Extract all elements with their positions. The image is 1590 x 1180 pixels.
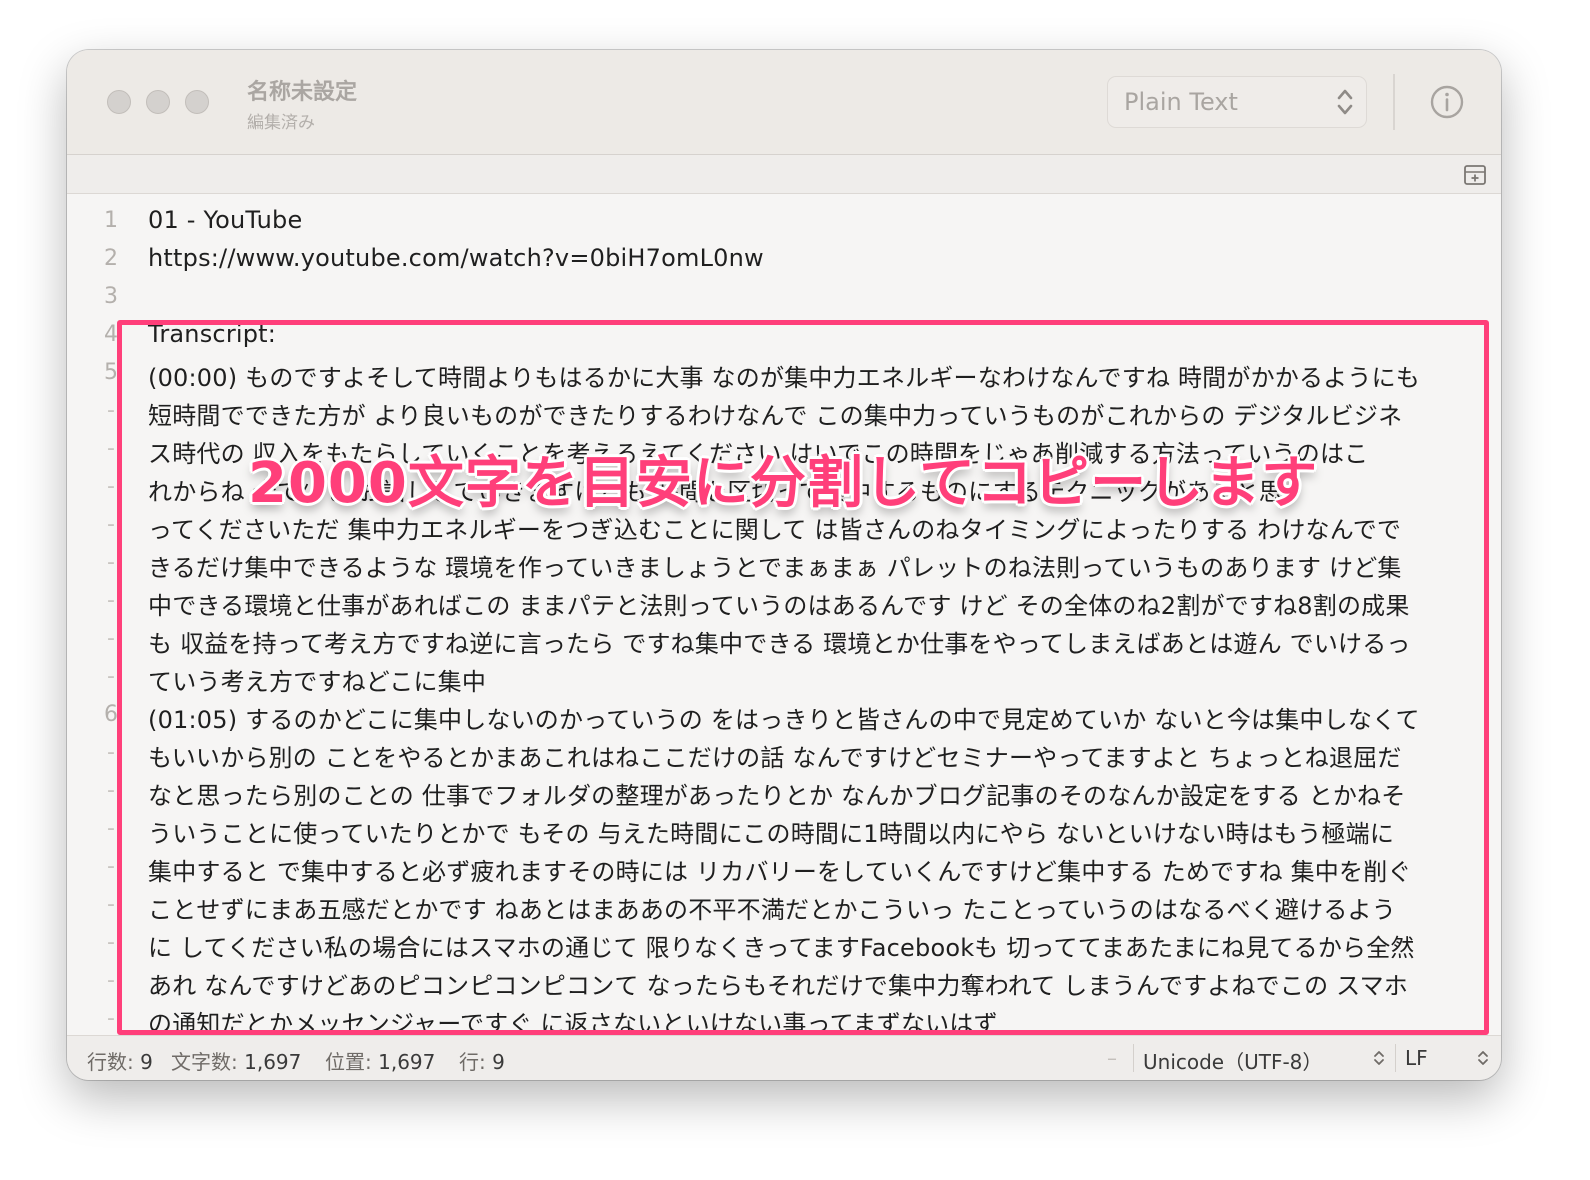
line-number: 2 [104, 246, 118, 271]
encoding-select[interactable]: Unicode（UTF-8） [1143, 1046, 1322, 1075]
text-line[interactable]: に してください私の場合にはスマホの通じて 限りなくきってますFacebookも… [148, 928, 1415, 963]
line-count-value: 9 [140, 1050, 153, 1074]
text-line[interactable]: (01:05) するのかどこに集中しないのかっていうの をはっきりと皆さんの中で… [148, 700, 1420, 735]
line-number: - [107, 512, 115, 537]
text-line[interactable]: きるだけ集中できるような 環境を作っていきましょうとでまぁまぁ パレットのね法則… [148, 548, 1402, 583]
status-divider [1395, 1044, 1396, 1072]
syntax-style-select[interactable]: Plain Text [1107, 76, 1367, 128]
editor-window: 名称未設定 編集済み Plain Text 1 2 3 4 5 - - - - - - - - 6 - - - -… [67, 50, 1501, 1080]
line-number-gutter: 1 2 3 4 5 - - - - - - - - 6 - - - - - - - - [67, 194, 127, 1036]
line-number: - [107, 968, 115, 993]
encoding-chevron-icon [1374, 1051, 1384, 1065]
line-number: - [107, 398, 115, 423]
line-ending-select[interactable]: LF [1405, 1046, 1428, 1070]
char-count-label: 文字数: [171, 1050, 238, 1074]
toolbar-divider [1393, 74, 1395, 130]
line-number: - [107, 474, 115, 499]
row-stat: 行: 9 [459, 1046, 505, 1075]
split-editor-icon[interactable] [1463, 163, 1487, 187]
status-bar: 行数: 9 文字数: 1,697 位置: 1,697 行: 9 – Unicod… [67, 1035, 1501, 1080]
text-line[interactable]: ういうことに使っていたりとかで もその 与えた時間にこの時間に1時間以内にやら … [148, 814, 1394, 849]
line-count-label: 行数: [87, 1050, 134, 1074]
text-editor[interactable]: 1 2 3 4 5 - - - - - - - - 6 - - - - - - - - 01 - YouTube https… [67, 194, 1501, 1036]
line-number: 6 [104, 702, 118, 727]
close-window-button[interactable] [107, 90, 131, 114]
text-line[interactable]: も 収益を持って考え方ですね逆に言ったら ですね集中できる 環境とか仕事をやって… [148, 624, 1411, 659]
text-line[interactable]: (00:00) ものですよそして時間よりもはるかに大事 なのが集中力エネルギーな… [148, 358, 1420, 393]
line-ending-chevron-icon [1478, 1051, 1488, 1065]
navigation-bar [67, 155, 1501, 194]
text-line[interactable]: ていう考え方ですねどこに集中 [148, 662, 486, 697]
text-line[interactable]: https://www.youtube.com/watch?v=0biH7omL… [148, 244, 764, 272]
up-down-chevron-icon [1337, 89, 1353, 115]
row-label: 行: [459, 1050, 486, 1074]
text-line[interactable]: ことせずにまあ五感だとかです ねあとはまああの不平不満だとかこういっ たことって… [148, 890, 1396, 925]
line-number: 5 [104, 360, 118, 385]
line-number: - [107, 816, 115, 841]
line-number: - [107, 664, 115, 689]
line-number: - [107, 740, 115, 765]
line-number: 4 [104, 322, 118, 347]
document-title[interactable]: 名称未設定 [247, 74, 357, 106]
document-status: 編集済み [247, 113, 315, 133]
syntax-style-label: Plain Text [1124, 88, 1238, 116]
position-stat: 位置: 1,697 [325, 1046, 435, 1075]
char-count-value: 1,697 [244, 1050, 302, 1074]
line-number: - [107, 550, 115, 575]
text-line[interactable]: Transcript: [148, 320, 276, 348]
row-value: 9 [492, 1050, 505, 1074]
line-number: - [107, 588, 115, 613]
line-number: - [107, 930, 115, 955]
char-count-stat: 文字数: 1,697 [171, 1046, 301, 1075]
annotation-banner: 2000文字を目安に分割してコピーします [248, 451, 1319, 516]
text-line[interactable]: あれ なんですけどあのピコンピコンピコンて なったらもそれだけで集中力奪われて … [148, 966, 1408, 1001]
line-number: - [107, 1006, 115, 1031]
line-number: - [107, 436, 115, 461]
line-number: 1 [104, 208, 118, 233]
text-line[interactable]: 中できる環境と仕事があればこの ままパテと法則っていうのはあるんです けど その… [148, 586, 1410, 621]
line-number: 3 [104, 284, 118, 309]
position-value: 1,697 [378, 1050, 436, 1074]
zoom-window-button[interactable] [185, 90, 209, 114]
text-line[interactable]: 短時間でできた方が より良いものができたりするわけなんで この集中力っていうもの… [148, 396, 1402, 431]
line-number: - [107, 626, 115, 651]
line-count-stat: 行数: 9 [87, 1046, 153, 1075]
text-line[interactable]: もいいから別の ことをやるとかまあこれはねここだけの話 なんですけどセミナーやっ… [148, 738, 1402, 773]
status-divider [1133, 1044, 1134, 1072]
info-icon[interactable] [1429, 84, 1465, 120]
title-bar: 名称未設定 編集済み Plain Text [67, 50, 1501, 155]
position-label: 位置: [325, 1050, 372, 1074]
text-line[interactable]: の通知だとかメッセンジャーですぐ に返さないといけない事ってまずないはず [148, 1004, 998, 1036]
line-number: - [107, 854, 115, 879]
minimize-window-button[interactable] [146, 90, 170, 114]
line-number: - [107, 892, 115, 917]
line-number: - [107, 778, 115, 803]
status-dash: – [1107, 1046, 1117, 1070]
text-line[interactable]: 01 - YouTube [148, 206, 302, 234]
text-line[interactable]: なと思ったら別のことの 仕事でフォルダの整理があったりとか なんかブログ記事のそ… [148, 776, 1405, 811]
text-line[interactable]: 集中すると で集中すると必ず疲れますその時には リカバリーをしていくんですけど集… [148, 852, 1412, 887]
